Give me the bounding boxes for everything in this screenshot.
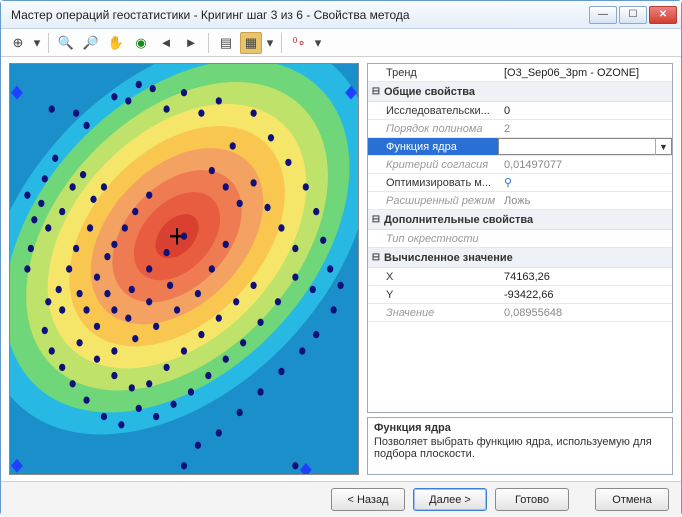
dropdown-icon[interactable]: ▾ xyxy=(313,32,323,54)
prop-neighborhood-label: Тип окрестности xyxy=(368,233,498,245)
prop-trend-label: Тренд xyxy=(368,67,498,79)
prop-polyorder-label: Порядок полинома xyxy=(368,123,498,135)
prop-exploratory-label: Исследовательски... xyxy=(368,105,498,117)
next-extent-icon[interactable]: ► xyxy=(180,32,202,54)
toolbar: ⊕ ▾ 🔍 🔎 ✋ ◉ ◄ ► ▤ ▦ ▾ ⁰∘ ▾ xyxy=(1,29,681,57)
prop-exploratory-value[interactable]: 0 xyxy=(498,105,672,117)
dropdown-icon[interactable]: ▾ xyxy=(32,32,42,54)
prop-value-value: 0,08955648 xyxy=(498,307,672,319)
full-extent-icon[interactable]: ◉ xyxy=(130,32,152,54)
pan-icon[interactable]: ✋ xyxy=(105,32,127,54)
close-button[interactable]: ✕ xyxy=(649,6,677,24)
prev-extent-icon[interactable]: ◄ xyxy=(155,32,177,54)
cat-computed: Вычисленное значение xyxy=(384,252,513,264)
prop-optimize-value[interactable]: ⚲ xyxy=(498,176,672,189)
zoom-in-icon[interactable]: 🔍 xyxy=(55,32,77,54)
cat-additional: Дополнительные свойства xyxy=(384,214,533,226)
finish-button[interactable]: Готово xyxy=(495,488,569,511)
minimize-button[interactable]: — xyxy=(589,6,617,24)
collapse-icon[interactable]: ⊟ xyxy=(368,252,384,263)
prop-optimize-label: Оптимизировать м... xyxy=(368,177,498,189)
prop-x-label: X xyxy=(368,271,498,283)
prop-y-label: Y xyxy=(368,289,498,301)
prop-extended-label: Расширенный режим xyxy=(368,195,498,207)
surface-icon[interactable]: ▦ xyxy=(240,32,262,54)
prop-kernel-label: Функция ядра xyxy=(368,141,498,153)
zoom-out-icon[interactable]: 🔎 xyxy=(80,32,102,54)
prop-extended-value: Ложь xyxy=(498,195,672,207)
dropdown-icon[interactable]: ▾ xyxy=(265,32,275,54)
prop-fitcrit-value: 0,01497077 xyxy=(498,159,672,171)
window-title: Мастер операций геостатистики - Кригинг … xyxy=(11,8,589,22)
prop-kernel-value[interactable]: Экспоненциальная ▼ xyxy=(498,138,672,155)
description-title: Функция ядра xyxy=(374,422,666,434)
back-button[interactable]: < Назад xyxy=(331,488,405,511)
description-body: Позволяет выбрать функцию ядра, использу… xyxy=(374,436,666,460)
cat-general: Общие свойства xyxy=(384,86,475,98)
surface-preview[interactable] xyxy=(9,63,359,475)
prop-value-label: Значение xyxy=(368,307,498,319)
collapse-icon[interactable]: ⊟ xyxy=(368,86,384,97)
next-button[interactable]: Далее > xyxy=(413,488,487,511)
maximize-button[interactable]: ☐ xyxy=(619,6,647,24)
prop-x-value: 74163,26 xyxy=(498,271,672,283)
points-icon[interactable]: ⁰∘ xyxy=(288,32,310,54)
prop-trend-value[interactable]: [O3_Sep06_3pm - OZONE] xyxy=(498,67,672,79)
prop-y-value: -93422,66 xyxy=(498,289,672,301)
list-icon[interactable]: ▤ xyxy=(215,32,237,54)
prop-polyorder-value: 2 xyxy=(498,123,672,135)
property-description: Функция ядра Позволяет выбрать функцию я… xyxy=(367,417,673,475)
property-grid[interactable]: Тренд [O3_Sep06_3pm - OZONE] ⊟Общие свой… xyxy=(367,63,673,413)
chevron-down-icon[interactable]: ▼ xyxy=(655,139,671,155)
target-icon[interactable]: ⊕ xyxy=(7,32,29,54)
cancel-button[interactable]: Отмена xyxy=(595,488,669,511)
collapse-icon[interactable]: ⊟ xyxy=(368,214,384,225)
prop-fitcrit-label: Критерий согласия xyxy=(368,159,498,171)
